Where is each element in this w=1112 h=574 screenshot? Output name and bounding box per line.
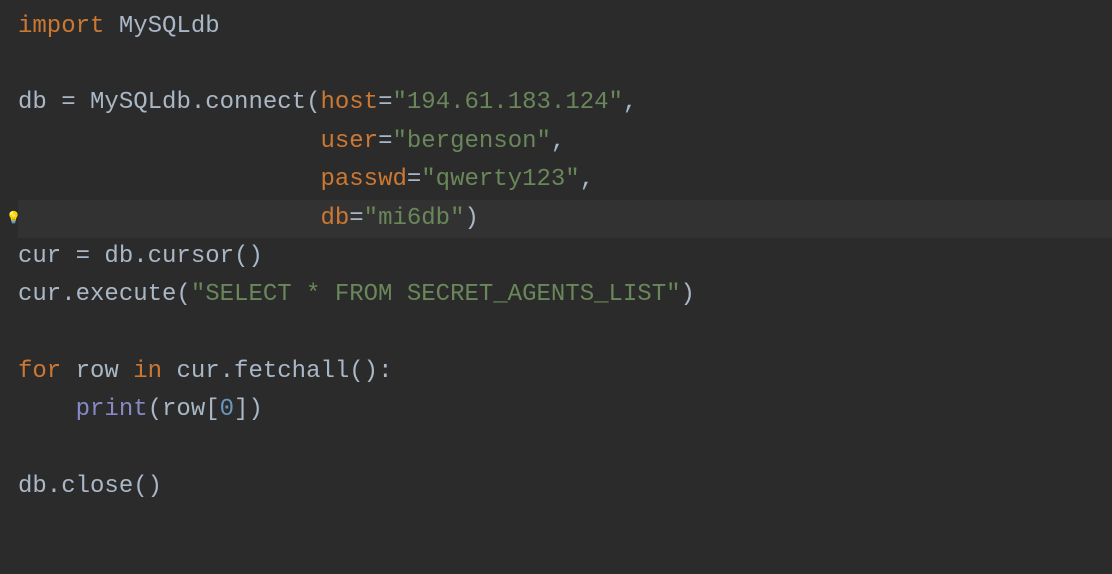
code-line-empty[interactable]: [18, 315, 1112, 353]
code-line[interactable]: db = MySQLdb.connect(host="194.61.183.12…: [18, 84, 1112, 122]
string-literal: "qwerty123": [421, 161, 579, 199]
variable: cur: [18, 238, 76, 276]
param-db: db: [320, 200, 349, 238]
code-line[interactable]: user="bergenson",: [18, 123, 1112, 161]
builtin-print: print: [76, 391, 148, 429]
code-line[interactable]: for row in cur.fetchall():: [18, 353, 1112, 391]
code-line[interactable]: import MySQLdb: [18, 8, 1112, 46]
function-call: MySQLdb.connect(: [90, 84, 320, 122]
string-literal: "bergenson": [392, 123, 550, 161]
param-passwd: passwd: [320, 161, 406, 199]
open-bracket: (row[: [148, 391, 220, 429]
comma: ,: [551, 123, 565, 161]
close-paren: ): [681, 276, 695, 314]
function-call: db.close(): [18, 468, 162, 506]
loop-var: row: [61, 353, 133, 391]
keyword-for: for: [18, 353, 61, 391]
lightbulb-icon[interactable]: 💡: [6, 209, 21, 228]
indent: [18, 123, 320, 161]
code-editor[interactable]: import MySQLdb db = MySQLdb.connect(host…: [0, 0, 1112, 514]
code-line[interactable]: cur = db.cursor(): [18, 238, 1112, 276]
indent: [18, 200, 320, 238]
code-line[interactable]: db.close(): [18, 468, 1112, 506]
code-line[interactable]: cur.execute("SELECT * FROM SECRET_AGENTS…: [18, 276, 1112, 314]
code-line[interactable]: passwd="qwerty123",: [18, 161, 1112, 199]
equals: =: [61, 84, 90, 122]
comma: ,: [580, 161, 594, 199]
code-line-highlighted[interactable]: 💡 db="mi6db"): [18, 200, 1112, 238]
function-call: cur.fetchall():: [162, 353, 392, 391]
code-line-empty[interactable]: [18, 46, 1112, 84]
param-host: host: [320, 84, 378, 122]
equals: =: [378, 123, 392, 161]
close-bracket: ]): [234, 391, 263, 429]
function-call: cur.execute(: [18, 276, 191, 314]
code-line-empty[interactable]: [18, 430, 1112, 468]
equals: =: [407, 161, 421, 199]
indent: [18, 391, 76, 429]
close-paren: ): [465, 200, 479, 238]
keyword-import: import: [18, 8, 104, 46]
string-literal: "SELECT * FROM SECRET_AGENTS_LIST": [191, 276, 681, 314]
function-call: db.cursor(): [104, 238, 262, 276]
variable: db: [18, 84, 61, 122]
number-literal: 0: [220, 391, 234, 429]
equals: =: [76, 238, 105, 276]
equals: =: [378, 84, 392, 122]
comma: ,: [623, 84, 637, 122]
indent: [18, 161, 320, 199]
equals: =: [349, 200, 363, 238]
param-user: user: [320, 123, 378, 161]
code-line[interactable]: print(row[0]): [18, 391, 1112, 429]
keyword-in: in: [133, 353, 162, 391]
string-literal: "mi6db": [364, 200, 465, 238]
string-literal: "194.61.183.124": [392, 84, 622, 122]
module-name: MySQLdb: [104, 8, 219, 46]
